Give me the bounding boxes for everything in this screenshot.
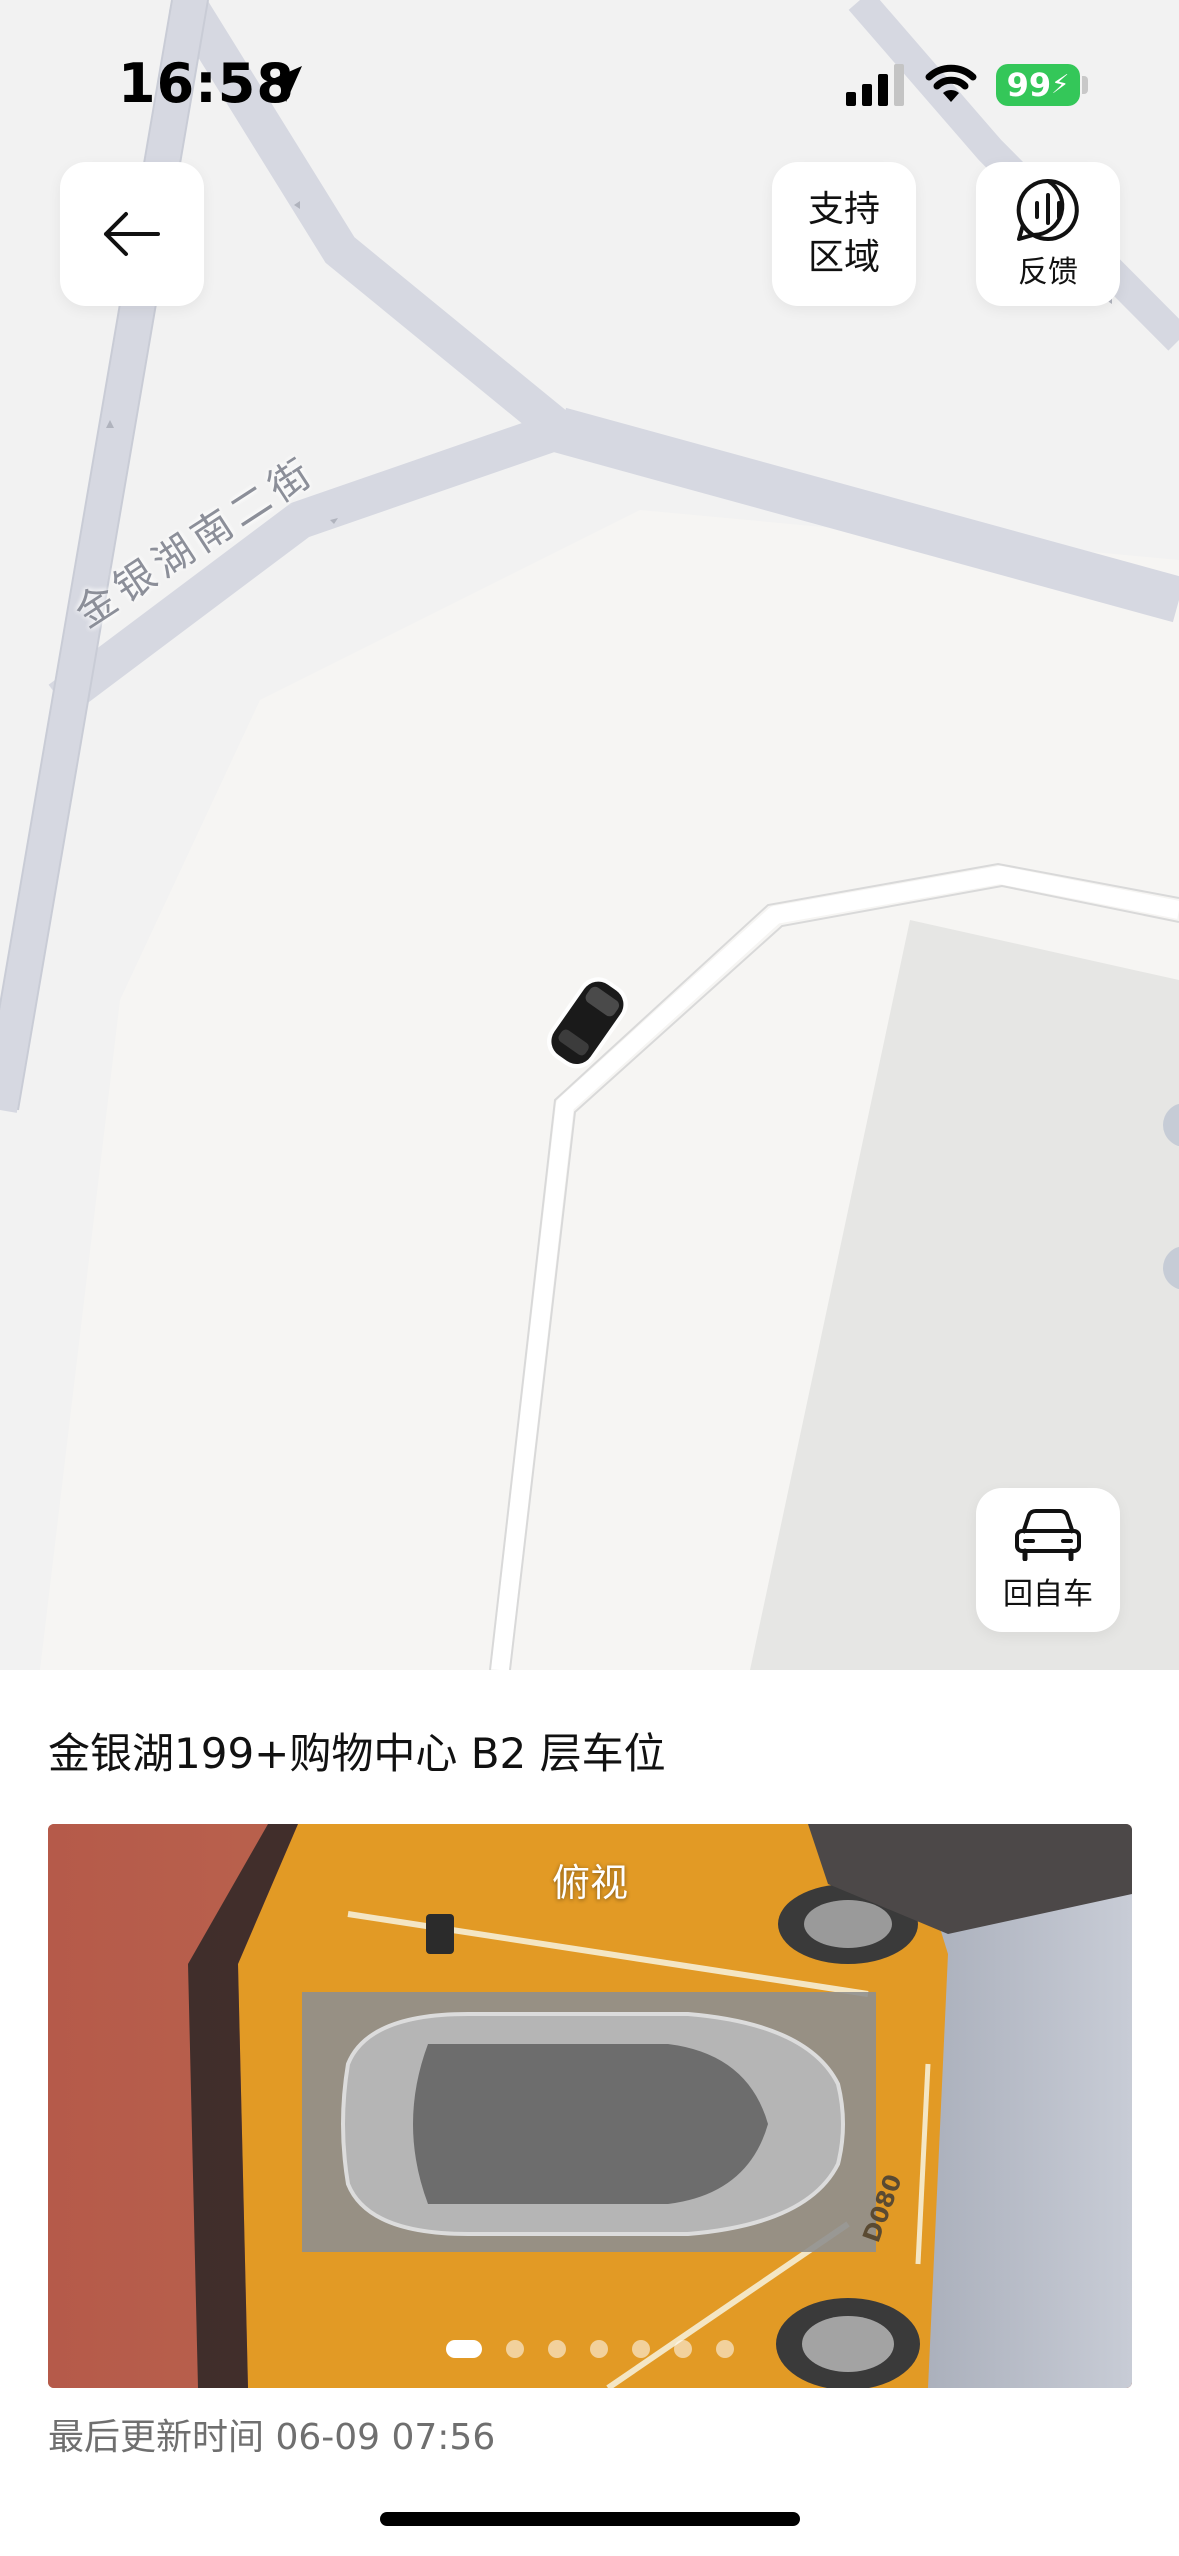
return-to-car-button[interactable]: 回自车 [976, 1488, 1120, 1632]
carousel-dot[interactable] [590, 2340, 608, 2358]
support-area-button[interactable]: 支持 区域 [772, 162, 916, 306]
parking-photo-carousel[interactable]: D080 俯视 [48, 1824, 1132, 2388]
support-area-label-line1: 支持 [807, 189, 880, 230]
carousel-page-indicator[interactable] [48, 2340, 1132, 2358]
back-button[interactable] [60, 162, 204, 306]
return-to-car-label: 回自车 [1003, 1577, 1093, 1612]
feedback-label: 反馈 [1018, 255, 1078, 290]
home-indicator[interactable] [380, 2512, 800, 2526]
battery-level: 99 [1006, 66, 1052, 104]
last-updated-time: 最后更新时间 06-09 07:56 [48, 2417, 496, 2458]
support-area-label-line2: 区域 [807, 237, 880, 278]
battery-tip [1082, 76, 1088, 94]
parking-location-title: 金银湖199+购物中心 B2 层车位 [48, 1729, 666, 1778]
arrow-left-icon [104, 212, 160, 256]
wifi-icon [925, 64, 977, 102]
battery-indicator: 99 ⚡ [996, 64, 1080, 106]
carousel-dot[interactable] [548, 2340, 566, 2358]
carousel-dot[interactable] [506, 2340, 524, 2358]
cellular-signal-icon [846, 64, 904, 106]
carousel-dot[interactable] [446, 2340, 482, 2358]
car-location-marker[interactable] [528, 962, 648, 1082]
screen: 金银湖南二街 16:58 99 ⚡ 支持 区域 反馈 回自车 金银湖199+购物… [0, 0, 1179, 2556]
charging-bolt-icon: ⚡ [1051, 70, 1070, 100]
car-front-icon [1015, 1509, 1081, 1561]
view-mode-label: 俯视 [551, 1861, 628, 1905]
feedback-waveform-icon [1016, 178, 1079, 241]
overhead-parking-photo: D080 [48, 1824, 1132, 2388]
carousel-dot[interactable] [674, 2340, 692, 2358]
location-arrow-icon [266, 66, 302, 102]
carousel-dot[interactable] [716, 2340, 734, 2358]
feedback-button[interactable]: 反馈 [976, 162, 1120, 306]
carousel-dot[interactable] [632, 2340, 650, 2358]
